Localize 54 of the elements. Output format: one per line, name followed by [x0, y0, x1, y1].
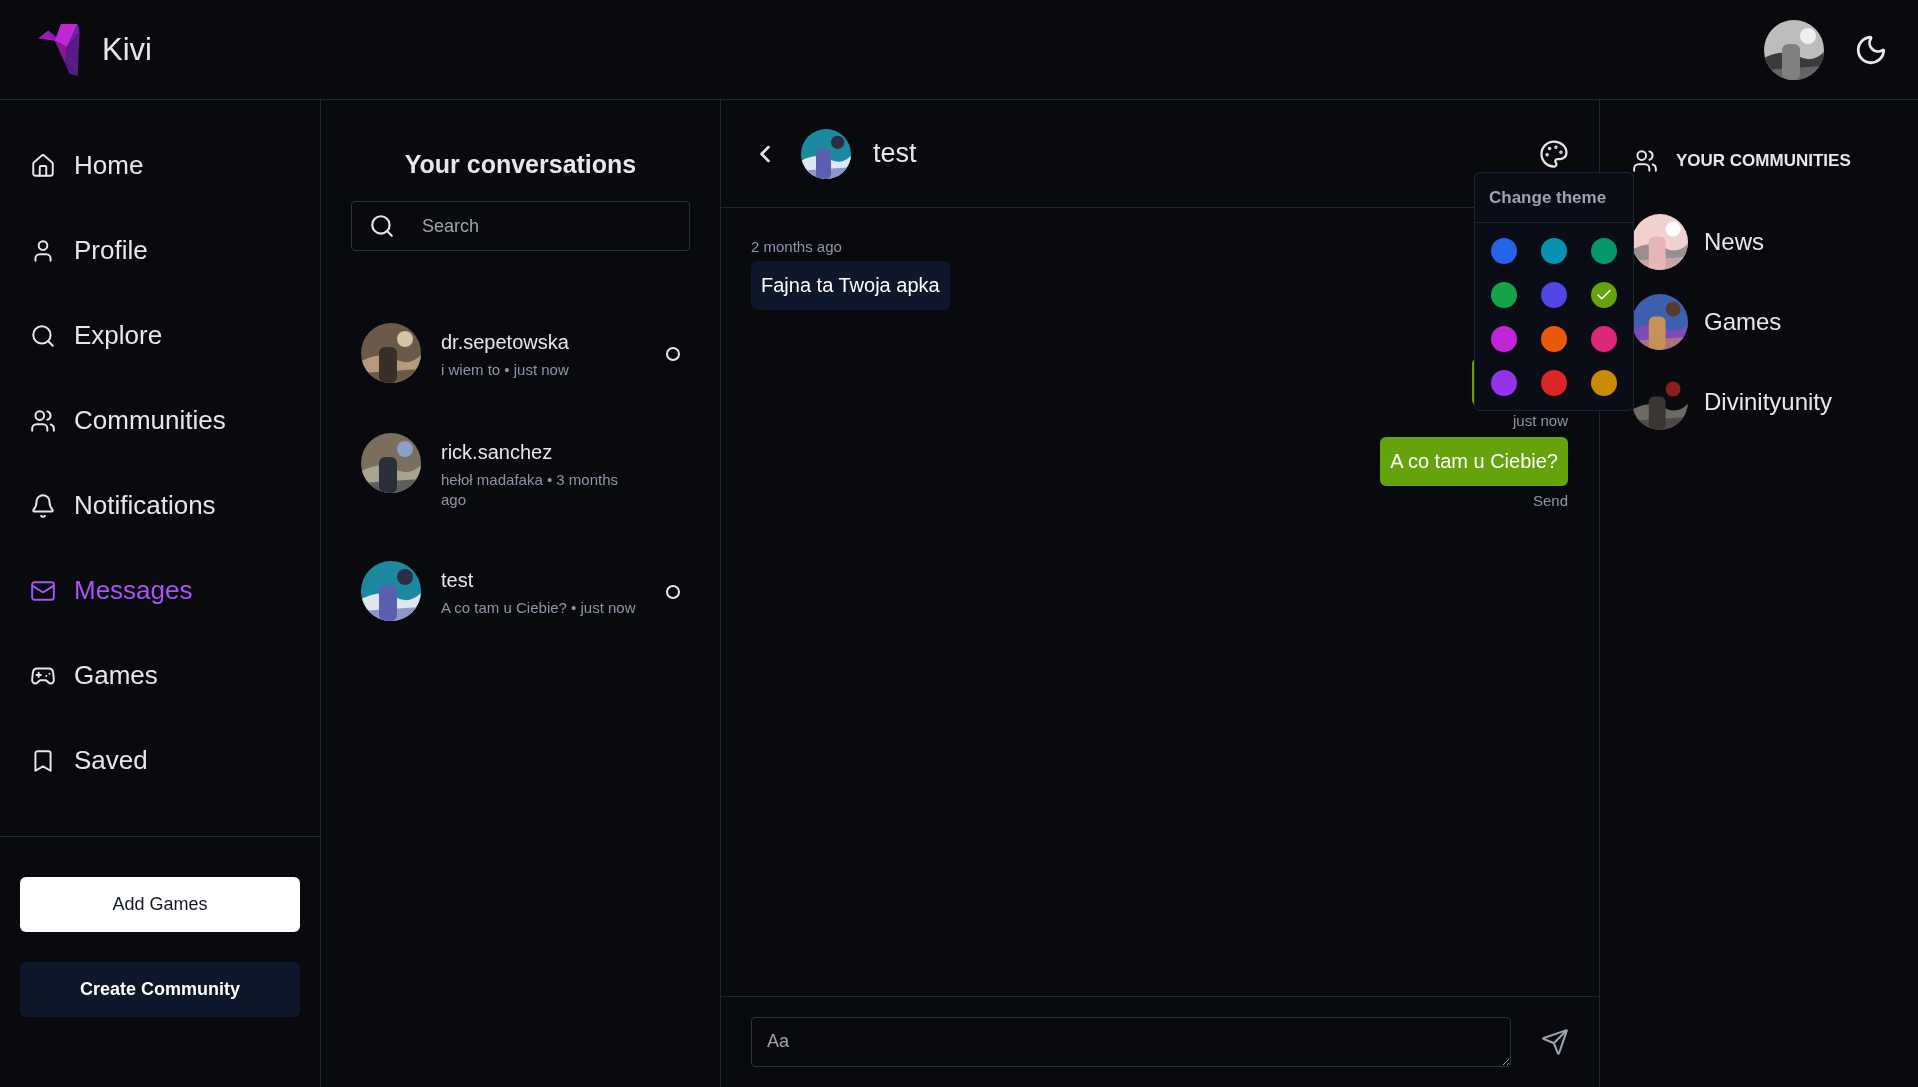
send-icon[interactable] — [1541, 1028, 1569, 1056]
color-swatch[interactable] — [1541, 238, 1567, 264]
message-status: Send — [1532, 492, 1568, 509]
users-icon — [1632, 148, 1658, 174]
palette-icon[interactable] — [1539, 138, 1569, 169]
color-swatch[interactable] — [1541, 326, 1567, 352]
users-icon — [30, 407, 56, 434]
color-swatch[interactable] — [1541, 282, 1567, 308]
message-input[interactable]: Aa — [751, 1017, 1511, 1067]
nav-item[interactable]: Games — [30, 660, 158, 691]
community-link[interactable]: Divinityunity — [1632, 374, 1833, 430]
nav-item[interactable]: Saved — [30, 745, 148, 776]
nav-item[interactable]: Explore — [30, 320, 163, 351]
search-field[interactable]: Search — [351, 201, 690, 251]
conversation-preview: i wiem to • just now — [441, 360, 570, 380]
conversation-preview: hełoł madafaka • 3 months ago — [441, 470, 620, 511]
color-swatch[interactable] — [1491, 370, 1517, 396]
search-icon — [369, 213, 395, 239]
color-swatch[interactable] — [1491, 326, 1517, 352]
nav-item[interactable]: Profile — [30, 235, 148, 266]
message-bubble: A co tam u Ciebie? — [1380, 437, 1568, 486]
nav-item[interactable]: Messages — [30, 575, 193, 606]
nav-item[interactable]: Notifications — [30, 490, 216, 521]
conversation-name: dr.sepetowska — [441, 331, 570, 354]
menu-title: Change theme — [1475, 173, 1633, 223]
nav-item[interactable]: Home — [30, 150, 144, 181]
color-swatch[interactable] — [1491, 238, 1517, 264]
conversation-item[interactable]: rick.sanchez hełoł madafaka • 3 months ago — [361, 433, 680, 511]
conversation-item[interactable]: test A co tam u Ciebie? • just now — [361, 560, 680, 621]
message-time: 2 months ago — [751, 238, 842, 255]
home-icon — [30, 152, 56, 179]
conversation-name: rick.sanchez — [441, 441, 554, 464]
communities-title: YOUR COMMUNITIES — [1676, 151, 1851, 171]
conversations-title: Your conversations — [403, 150, 638, 179]
conversation-name: test — [441, 568, 475, 592]
color-swatch[interactable] — [1591, 282, 1617, 308]
brand-name: Kivi — [102, 31, 152, 68]
community-link[interactable]: News — [1632, 214, 1764, 270]
color-swatch[interactable] — [1591, 370, 1617, 396]
create-community-button[interactable]: Create Community — [20, 962, 300, 1017]
message-status: just now — [1512, 412, 1568, 429]
community-link[interactable]: Games — [1632, 294, 1782, 350]
add-games-button[interactable]: Add Games — [20, 877, 300, 932]
nav-item[interactable]: Communities — [30, 405, 226, 436]
color-swatch[interactable] — [1491, 282, 1517, 308]
conversation-item[interactable]: dr.sepetowska i wiem to • just now — [361, 323, 680, 383]
color-swatch[interactable] — [1591, 326, 1617, 352]
message-bubble: Fajna ta Twoja apka — [751, 261, 950, 310]
bell-icon — [30, 492, 56, 519]
conversation-preview: A co tam u Ciebie? • just now — [441, 597, 637, 618]
chat-name: test — [873, 138, 918, 169]
search-icon — [30, 322, 56, 349]
color-swatch[interactable] — [1541, 370, 1567, 396]
color-swatch[interactable] — [1591, 238, 1617, 264]
